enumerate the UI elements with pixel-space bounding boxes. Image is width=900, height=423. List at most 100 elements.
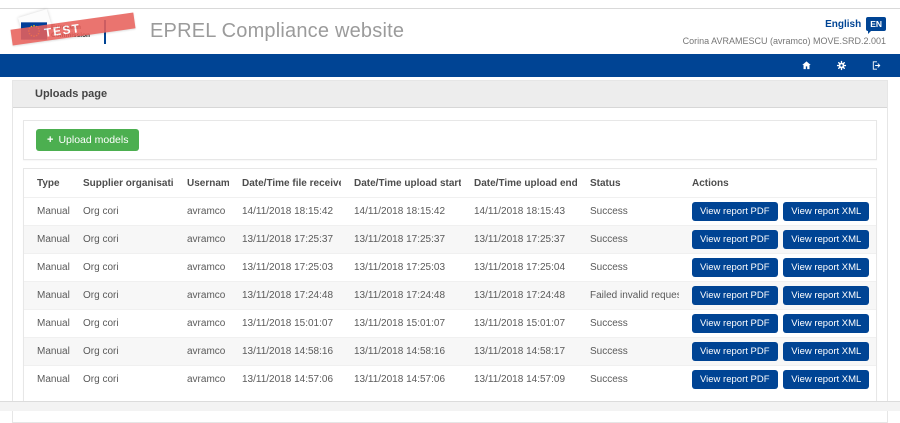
cell-type: Manual bbox=[24, 254, 70, 282]
column-header-upload-started: Date/Time upload started bbox=[341, 169, 461, 198]
view-report-xml-button[interactable]: View report XML bbox=[783, 202, 869, 221]
cell-supplier-organisation: Org cori bbox=[70, 366, 174, 394]
cell-status: Success bbox=[577, 338, 679, 366]
view-report-xml-button[interactable]: View report XML bbox=[783, 286, 869, 305]
cell-type: Manual bbox=[24, 366, 70, 394]
view-report-xml-button[interactable]: View report XML bbox=[783, 342, 869, 361]
top-hairline-bar bbox=[0, 0, 900, 9]
table-row: Manual Org cori avramco 13/11/2018 17:24… bbox=[24, 282, 876, 310]
cell-type: Manual bbox=[24, 198, 70, 226]
cell-supplier-organisation: Org cori bbox=[70, 282, 174, 310]
cell-username: avramco bbox=[174, 226, 229, 254]
table-row: Manual Org cori avramco 13/11/2018 17:25… bbox=[24, 254, 876, 282]
view-report-pdf-button[interactable]: View report PDF bbox=[692, 370, 778, 389]
cell-upload-ended: 14/11/2018 18:15:43 bbox=[461, 198, 577, 226]
table-header-row: Type Supplier organisation Username Date… bbox=[24, 169, 876, 198]
cell-upload-started: 13/11/2018 14:57:06 bbox=[341, 366, 461, 394]
cell-file-received: 14/11/2018 18:15:42 bbox=[229, 198, 341, 226]
cell-file-received: 13/11/2018 17:25:37 bbox=[229, 226, 341, 254]
cell-actions: View report PDF View report XML bbox=[679, 254, 876, 282]
logout-button[interactable] bbox=[871, 60, 882, 71]
language-link[interactable]: English bbox=[825, 19, 861, 30]
cell-file-received: 13/11/2018 14:57:06 bbox=[229, 366, 341, 394]
cell-actions: View report PDF View report XML bbox=[679, 226, 876, 254]
view-report-xml-button[interactable]: View report XML bbox=[783, 370, 869, 389]
cell-file-received: 13/11/2018 17:24:48 bbox=[229, 282, 341, 310]
cell-status: Success bbox=[577, 254, 679, 282]
settings-button[interactable] bbox=[836, 60, 847, 71]
cell-type: Manual bbox=[24, 226, 70, 254]
upload-card: + Upload models bbox=[23, 120, 877, 160]
view-report-pdf-button[interactable]: View report PDF bbox=[692, 202, 778, 221]
cell-actions: View report PDF View report XML bbox=[679, 282, 876, 310]
uploads-page-heading: Uploads page bbox=[13, 81, 887, 108]
cell-upload-ended: 13/11/2018 14:58:17 bbox=[461, 338, 577, 366]
cell-status: Failed invalid request bbox=[577, 282, 679, 310]
column-header-type: Type bbox=[24, 169, 70, 198]
uploads-table-card: Type Supplier organisation Username Date… bbox=[23, 168, 877, 408]
cell-supplier-organisation: Org cori bbox=[70, 198, 174, 226]
view-report-xml-button[interactable]: View report XML bbox=[783, 230, 869, 249]
user-info: Corina AVRAMESCU (avramco) MOVE.SRD.2.00… bbox=[683, 36, 886, 46]
cell-upload-started: 13/11/2018 17:25:03 bbox=[341, 254, 461, 282]
cell-file-received: 13/11/2018 14:58:16 bbox=[229, 338, 341, 366]
cell-file-received: 13/11/2018 15:01:07 bbox=[229, 310, 341, 338]
cell-upload-started: 13/11/2018 14:58:16 bbox=[341, 338, 461, 366]
cell-username: avramco bbox=[174, 366, 229, 394]
column-header-username: Username bbox=[174, 169, 229, 198]
view-report-xml-button[interactable]: View report XML bbox=[783, 314, 869, 333]
gear-icon bbox=[836, 60, 847, 71]
cell-actions: View report PDF View report XML bbox=[679, 366, 876, 394]
cell-username: avramco bbox=[174, 310, 229, 338]
content-panel: Uploads page + Upload models Type Suppli… bbox=[12, 80, 888, 423]
cell-supplier-organisation: Org cori bbox=[70, 310, 174, 338]
upload-models-button[interactable]: + Upload models bbox=[36, 129, 139, 151]
cell-actions: View report PDF View report XML bbox=[679, 338, 876, 366]
sign-out-icon bbox=[871, 60, 882, 71]
cell-upload-ended: 13/11/2018 17:24:48 bbox=[461, 282, 577, 310]
view-report-pdf-button[interactable]: View report PDF bbox=[692, 258, 778, 277]
cell-type: Manual bbox=[24, 310, 70, 338]
uploads-table: Type Supplier organisation Username Date… bbox=[24, 169, 876, 393]
main-navbar bbox=[0, 54, 900, 77]
cell-status: Success bbox=[577, 198, 679, 226]
ec-logo[interactable]: European Commission TEST bbox=[18, 12, 132, 52]
cell-upload-ended: 13/11/2018 17:25:04 bbox=[461, 254, 577, 282]
column-header-file-received: Date/Time file received bbox=[229, 169, 341, 198]
view-report-pdf-button[interactable]: View report PDF bbox=[692, 230, 778, 249]
cell-status: Success bbox=[577, 310, 679, 338]
cell-status: Success bbox=[577, 226, 679, 254]
table-row: Manual Org cori avramco 13/11/2018 15:01… bbox=[24, 310, 876, 338]
cell-upload-started: 14/11/2018 18:15:42 bbox=[341, 198, 461, 226]
cell-supplier-organisation: Org cori bbox=[70, 338, 174, 366]
view-report-pdf-button[interactable]: View report PDF bbox=[692, 286, 778, 305]
cell-upload-started: 13/11/2018 17:24:48 bbox=[341, 282, 461, 310]
page-title: EPREL Compliance website bbox=[150, 20, 404, 43]
cell-supplier-organisation: Org cori bbox=[70, 226, 174, 254]
home-icon bbox=[801, 60, 812, 71]
table-row: Manual Org cori avramco 13/11/2018 14:57… bbox=[24, 366, 876, 394]
cell-username: avramco bbox=[174, 254, 229, 282]
view-report-xml-button[interactable]: View report XML bbox=[783, 258, 869, 277]
cell-type: Manual bbox=[24, 282, 70, 310]
column-header-status: Status bbox=[577, 169, 679, 198]
cell-actions: View report PDF View report XML bbox=[679, 198, 876, 226]
table-row: Manual Org cori avramco 13/11/2018 17:25… bbox=[24, 226, 876, 254]
cell-upload-started: 13/11/2018 15:01:07 bbox=[341, 310, 461, 338]
site-header: European Commission TEST EPREL Complianc… bbox=[0, 9, 900, 54]
view-report-pdf-button[interactable]: View report PDF bbox=[692, 342, 778, 361]
column-header-upload-ended: Date/Time upload ended bbox=[461, 169, 577, 198]
home-button[interactable] bbox=[801, 60, 812, 71]
view-report-pdf-button[interactable]: View report PDF bbox=[692, 314, 778, 333]
cell-type: Manual bbox=[24, 338, 70, 366]
cell-file-received: 13/11/2018 17:25:03 bbox=[229, 254, 341, 282]
cell-upload-ended: 13/11/2018 14:57:09 bbox=[461, 366, 577, 394]
upload-models-label: Upload models bbox=[58, 134, 128, 146]
plus-icon: + bbox=[47, 135, 53, 146]
cell-upload-ended: 13/11/2018 15:01:07 bbox=[461, 310, 577, 338]
column-header-actions: Actions bbox=[679, 169, 876, 198]
language-badge[interactable]: EN bbox=[866, 17, 886, 31]
table-body: Manual Org cori avramco 14/11/2018 18:15… bbox=[24, 198, 876, 394]
cell-username: avramco bbox=[174, 338, 229, 366]
table-row: Manual Org cori avramco 13/11/2018 14:58… bbox=[24, 338, 876, 366]
